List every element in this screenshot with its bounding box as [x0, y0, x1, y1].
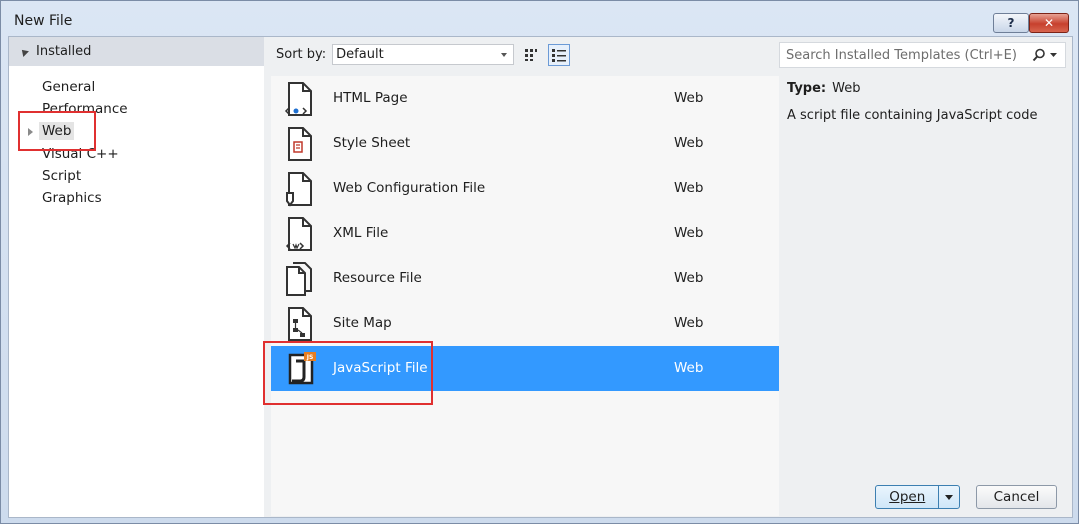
- close-button[interactable]: ✕: [1029, 13, 1069, 33]
- tree-item-general[interactable]: General: [42, 79, 95, 95]
- search-icon[interactable]: [1032, 48, 1057, 62]
- sort-by-value: Default: [336, 47, 384, 62]
- medium-icons-view-button[interactable]: [548, 43, 571, 66]
- type-value: Web: [832, 81, 861, 96]
- template-tree: Installed General Performance Web Visual…: [9, 37, 264, 517]
- installed-label: Installed: [36, 44, 92, 59]
- template-category: Web: [674, 135, 704, 151]
- template-name: Web Configuration File: [333, 180, 486, 196]
- template-type: Type: Web: [787, 81, 1067, 96]
- magnifier-icon: [1032, 48, 1045, 62]
- sort-by-dropdown[interactable]: Default: [332, 44, 515, 65]
- sort-by-label: Sort by:: [276, 47, 327, 62]
- open-options-dropdown[interactable]: [938, 486, 959, 508]
- template-row-site-map[interactable]: Site Map Web: [271, 301, 779, 346]
- open-button-label: Open: [889, 489, 926, 505]
- template-row-web-config[interactable]: Web Configuration File Web: [271, 166, 779, 211]
- template-info-panel: Type: Web A script file containing JavaSc…: [787, 81, 1067, 123]
- template-name: HTML Page: [333, 90, 408, 106]
- chevron-down-icon: [1050, 52, 1057, 57]
- template-description: A script file containing JavaScript code: [787, 108, 1038, 123]
- highlight-box-javascript-file: [263, 341, 433, 405]
- collapse-triangle-icon[interactable]: [19, 46, 29, 57]
- resource-file-icon: [286, 262, 312, 296]
- xml-file-icon: [285, 217, 312, 251]
- template-category: Web: [674, 315, 704, 331]
- template-row-xml-file[interactable]: XML File Web: [271, 211, 779, 256]
- template-row-resource-file[interactable]: Resource File Web: [271, 256, 779, 301]
- template-row-style-sheet[interactable]: Style Sheet Web: [271, 121, 779, 166]
- small-icons-view-button[interactable]: [520, 44, 542, 66]
- tree-node-installed[interactable]: Installed: [9, 37, 264, 66]
- chevron-down-icon: [945, 494, 954, 500]
- dialog-title: New File: [14, 13, 73, 29]
- template-category: Web: [674, 180, 704, 196]
- sort-toolbar: Sort by: Default: [271, 37, 779, 72]
- template-name: XML File: [333, 225, 389, 241]
- search-placeholder: Search Installed Templates (Ctrl+E): [786, 47, 1017, 63]
- template-list: HTML Page Web Style Sheet Web Web Config…: [271, 76, 779, 516]
- grid-view-icon: [525, 48, 538, 61]
- site-map-icon: [288, 307, 312, 341]
- dialog-client-area: Installed General Performance Web Visual…: [8, 36, 1073, 518]
- template-category: Web: [674, 225, 704, 241]
- type-label: Type:: [787, 81, 827, 96]
- open-button[interactable]: Open: [875, 485, 960, 509]
- help-button[interactable]: ?: [993, 13, 1029, 33]
- template-category: Web: [674, 90, 704, 106]
- list-view-icon: [552, 48, 567, 62]
- template-category: Web: [674, 270, 704, 286]
- style-sheet-icon: [288, 127, 312, 161]
- search-installed-templates-input[interactable]: Search Installed Templates (Ctrl+E): [779, 42, 1066, 68]
- template-category: Web: [674, 360, 704, 376]
- cancel-button[interactable]: Cancel: [976, 485, 1057, 509]
- dialog-button-bar: Open Cancel: [9, 477, 1072, 517]
- title-bar: New File ? ✕: [1, 1, 1078, 39]
- web-config-icon: [286, 172, 312, 207]
- template-name: Style Sheet: [333, 135, 411, 151]
- highlight-box-web: [18, 111, 96, 151]
- tree-item-graphics[interactable]: Graphics: [42, 190, 102, 206]
- dialog-window: New File ? ✕ Installed General Performan…: [0, 0, 1079, 524]
- template-row-html-page[interactable]: HTML Page Web: [271, 76, 779, 121]
- template-name: Site Map: [333, 315, 392, 331]
- template-name: Resource File: [333, 270, 422, 286]
- tree-item-script[interactable]: Script: [42, 168, 81, 184]
- html-page-icon: [284, 82, 312, 116]
- chevron-down-icon: [501, 52, 508, 57]
